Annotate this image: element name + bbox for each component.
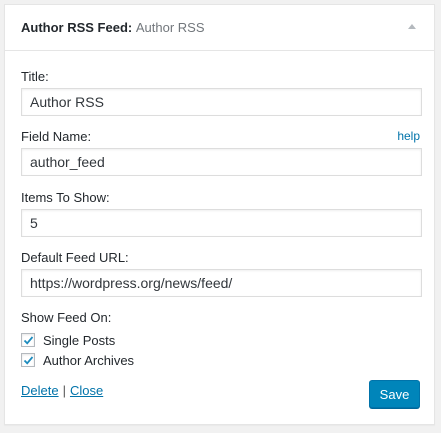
separator: | xyxy=(62,383,66,398)
field-name-group: Field Name: help xyxy=(21,129,424,176)
items-field-group: Items To Show: xyxy=(21,190,424,237)
checkmark-icon xyxy=(23,336,34,345)
arrow-up-icon[interactable] xyxy=(408,24,416,29)
widget-header[interactable]: Author RSS Feed: Author RSS xyxy=(5,5,434,51)
save-button[interactable]: Save xyxy=(369,380,420,408)
single-posts-checkbox[interactable] xyxy=(21,333,35,347)
help-link[interactable]: help xyxy=(397,129,420,143)
delete-link[interactable]: Delete xyxy=(21,383,59,398)
single-posts-label: Single Posts xyxy=(43,332,116,348)
author-archives-option[interactable]: Author Archives xyxy=(21,350,424,370)
show-feed-label: Show Feed On: xyxy=(21,310,112,325)
feed-url-field-group: Default Feed URL: xyxy=(21,250,424,297)
items-label: Items To Show: xyxy=(21,190,110,205)
widget-title-text: Author RSS Feed: xyxy=(21,20,133,35)
widget-subtitle: Author RSS xyxy=(135,20,205,35)
checkmark-icon xyxy=(23,356,34,365)
single-posts-option[interactable]: Single Posts xyxy=(21,330,424,350)
field-name-input[interactable] xyxy=(21,148,422,176)
feed-url-label: Default Feed URL: xyxy=(21,250,129,265)
widget-title: Author RSS Feed: Author RSS xyxy=(21,20,205,35)
title-input[interactable] xyxy=(21,88,422,116)
show-feed-group: Show Feed On: Single Posts Author Archiv… xyxy=(21,310,424,370)
items-input[interactable] xyxy=(21,209,422,237)
author-archives-label: Author Archives xyxy=(43,352,135,368)
author-archives-checkbox[interactable] xyxy=(21,353,35,367)
field-name-label: Field Name: xyxy=(21,129,92,144)
title-field-group: Title: xyxy=(21,69,424,116)
close-link[interactable]: Close xyxy=(70,383,103,398)
widget-control-actions: Delete | Close xyxy=(21,383,424,398)
widget-panel: Author RSS Feed: Author RSS Title: Field… xyxy=(4,4,435,425)
feed-url-input[interactable] xyxy=(21,269,422,297)
title-label: Title: xyxy=(21,69,49,84)
